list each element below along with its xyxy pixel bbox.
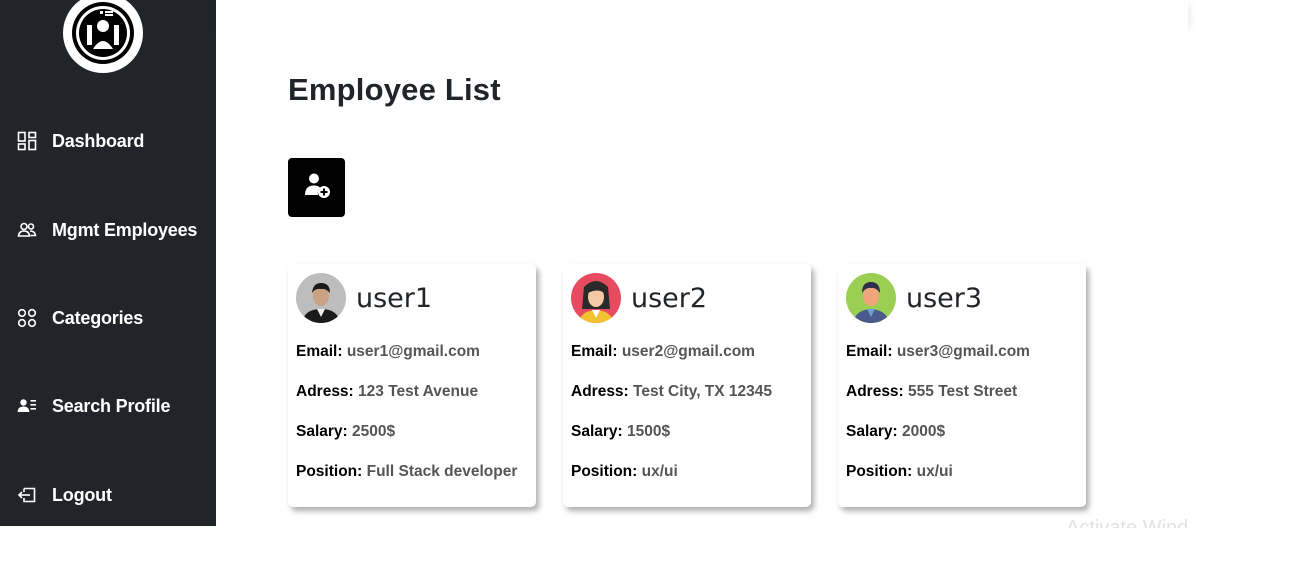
sidebar-item-label: Dashboard <box>52 130 145 151</box>
sidebar-item-dashboard[interactable]: Dashboard <box>0 121 216 161</box>
position-field: Position: ux/ui <box>846 463 953 480</box>
avatar <box>571 273 621 323</box>
avatar <box>296 273 346 323</box>
activation-watermark: Activate Windows <box>1066 517 1188 528</box>
page-title: Employee List <box>288 72 501 107</box>
sidebar-item-label: Search Profile <box>52 395 171 416</box>
employee-name: user2 <box>631 282 708 314</box>
position-field: Position: ux/ui <box>571 463 678 480</box>
address-field: Adress: 555 Test Street <box>846 383 1018 400</box>
sidebar-item-label: Categories <box>52 307 144 328</box>
person-plus-icon <box>303 171 331 204</box>
sidebar-item-search-profile[interactable]: Search Profile <box>0 386 216 426</box>
employee-name: user3 <box>906 282 983 314</box>
sidebar: Dashboard Mgmt Employees Categories Sear… <box>0 0 216 526</box>
employee-name: user1 <box>356 282 433 314</box>
card-header: user2 <box>571 273 707 323</box>
employee-card[interactable]: user1 Email: user1@gmail.com Adress: 123… <box>288 264 536 507</box>
logout-icon <box>17 485 37 505</box>
employee-card[interactable]: user2 Email: user2@gmail.com Adress: Tes… <box>563 264 811 507</box>
email-field: Email: user1@gmail.com <box>296 343 480 360</box>
salary-field: Salary: 2500$ <box>296 423 396 440</box>
employees-logo-icon[interactable] <box>63 0 143 73</box>
card-header: user1 <box>296 273 432 323</box>
email-field: Email: user3@gmail.com <box>846 343 1030 360</box>
sidebar-item-logout[interactable]: Logout <box>0 475 216 515</box>
person-lines-icon <box>17 396 37 416</box>
card-header: user3 <box>846 273 982 323</box>
circles-icon <box>17 308 37 328</box>
add-employee-button[interactable] <box>288 158 345 217</box>
address-field: Adress: 123 Test Avenue <box>296 383 479 400</box>
email-field: Email: user2@gmail.com <box>571 343 755 360</box>
address-field: Adress: Test City, TX 12345 <box>571 383 773 400</box>
salary-field: Salary: 2000$ <box>846 423 946 440</box>
avatar <box>846 273 896 323</box>
employee-card[interactable]: user3 Email: user3@gmail.com Adress: 555… <box>838 264 1086 507</box>
sidebar-item-categories[interactable]: Categories <box>0 298 216 338</box>
sidebar-item-mgmt-employees[interactable]: Mgmt Employees <box>0 210 216 250</box>
grid-icon <box>17 131 37 151</box>
position-field: Position: Full Stack developer <box>296 463 518 480</box>
sidebar-item-label: Logout <box>52 484 112 505</box>
people-icon <box>17 220 37 240</box>
top-navbar <box>216 0 1188 22</box>
sidebar-item-label: Mgmt Employees <box>52 219 198 240</box>
salary-field: Salary: 1500$ <box>571 423 671 440</box>
